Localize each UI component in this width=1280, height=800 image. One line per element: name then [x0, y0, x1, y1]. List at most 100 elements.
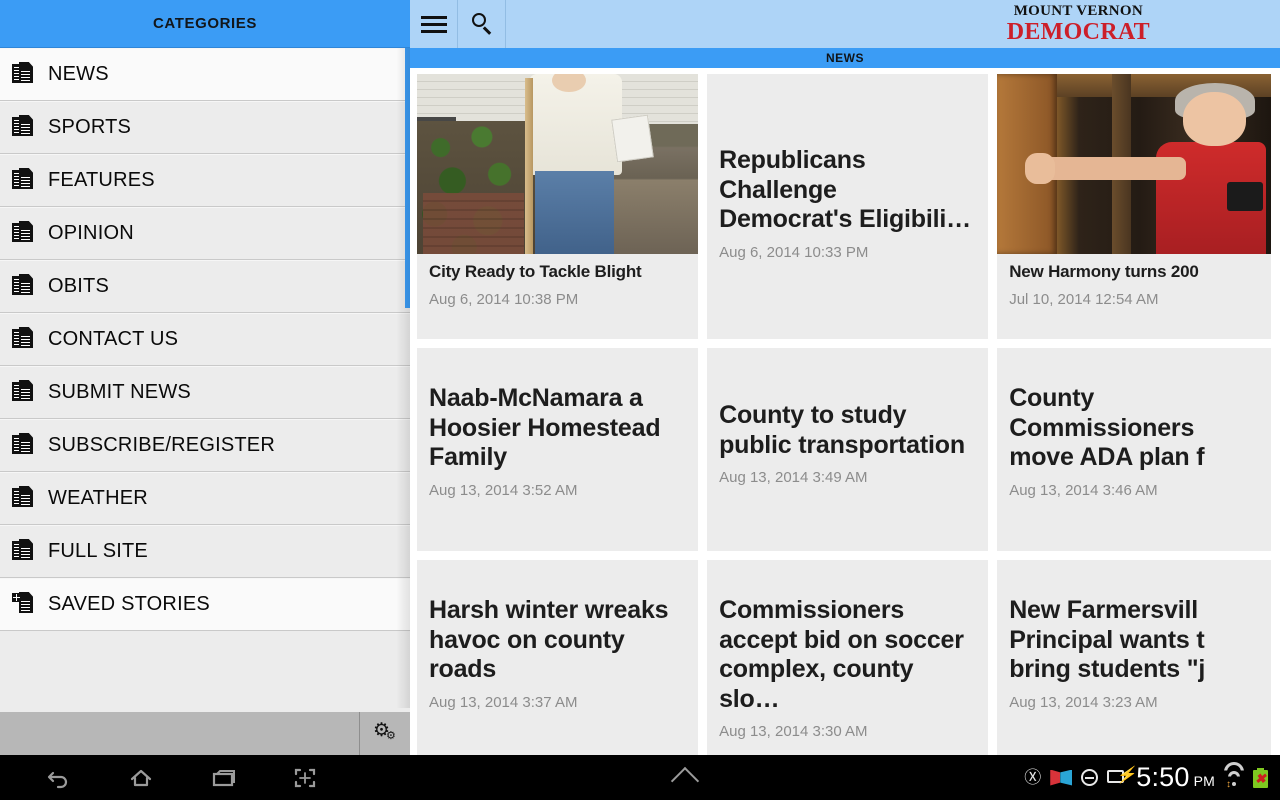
article-card[interactable]: Harsh winter wreaks havoc on county road…: [417, 560, 699, 755]
sidebar-item-sports[interactable]: SPORTS: [0, 101, 410, 154]
app-bar: MOUNT VERNON DEMOCRAT: [410, 0, 1280, 48]
sidebar-item-saved-stories[interactable]: SAVED STORIES: [0, 578, 410, 631]
documents-icon: [12, 274, 34, 298]
sidebar-item-full-site[interactable]: FULL SITE: [0, 525, 410, 578]
article-grid[interactable]: City Ready to Tackle Blight Aug 6, 2014 …: [410, 68, 1280, 755]
article-date: Aug 6, 2014 10:38 PM: [429, 291, 579, 309]
drawer-footer-spacer: [0, 712, 360, 755]
article-title: Republicans Challenge Democrat's Eligibi…: [719, 146, 971, 233]
sidebar-item-label: SPORTS: [48, 115, 132, 138]
news-app-content: MOUNT VERNON DEMOCRAT NEWS City Ready to…: [410, 0, 1280, 755]
documents-icon: [12, 433, 34, 457]
article-title: New Farmersvill Principal wants t bring …: [1009, 596, 1206, 683]
navigation-buttons: [0, 755, 346, 800]
article-title: Naab-McNamara a Hoosier Homestead Family: [429, 384, 661, 471]
article-title: County Commissioners move ADA plan f: [1009, 384, 1205, 471]
sidebar-item-label: FEATURES: [48, 168, 155, 191]
clock-ampm: PM: [1193, 773, 1215, 789]
home-button[interactable]: [100, 755, 182, 800]
categories-drawer: CATEGORIES NEWS SPORTS FEATURES OPINION: [0, 0, 410, 755]
add-document-icon: [12, 592, 34, 616]
article-card[interactable]: Republicans Challenge Democrat's Eligibi…: [707, 74, 989, 339]
search-icon: [471, 13, 493, 35]
masthead-line-2: DEMOCRAT: [1006, 19, 1150, 45]
screenshot-icon: [294, 768, 316, 787]
sidebar-item-obits[interactable]: OBITS: [0, 260, 410, 313]
recent-apps-button[interactable]: [182, 755, 264, 800]
article-date: Aug 13, 2014 3:30 AM: [719, 723, 868, 740]
expand-status-handle[interactable]: [346, 765, 1024, 795]
screenshot-button[interactable]: [264, 755, 346, 800]
article-card[interactable]: Commissioners accept bid on soccer compl…: [707, 560, 989, 755]
documents-icon: [12, 115, 34, 139]
recent-apps-icon: [212, 769, 235, 786]
article-date: Aug 13, 2014 3:49 AM: [719, 469, 868, 486]
sidebar-item-label: NEWS: [48, 62, 109, 85]
status-bar-icons[interactable]: Ⓧ ⚡ 5:50 PM ↕ ✖: [1024, 761, 1280, 791]
sidebar-item-submit-news[interactable]: SUBMIT NEWS: [0, 366, 410, 419]
sidebar-item-weather[interactable]: WEATHER: [0, 472, 410, 525]
sidebar-item-label: SUBMIT NEWS: [48, 380, 191, 403]
sidebar-item-label: WEATHER: [48, 486, 148, 509]
wifi-icon: ↕: [1224, 761, 1244, 789]
search-button[interactable]: [458, 0, 506, 48]
documents-icon: [12, 221, 34, 245]
documents-icon: [12, 486, 34, 510]
drawer-title: CATEGORIES: [152, 15, 258, 32]
article-card[interactable]: City Ready to Tackle Blight Aug 6, 2014 …: [417, 74, 699, 339]
article-card[interactable]: Naab-McNamara a Hoosier Homestead Family…: [417, 348, 699, 551]
section-title: NEWS: [826, 51, 864, 65]
back-arrow-icon: [47, 771, 68, 788]
article-body: Harsh winter wreaks havoc on county road…: [417, 560, 698, 725]
woman-in-red-shirt-photo: [997, 74, 1271, 254]
drawer-footer-bar: ⚙ ⚙: [0, 712, 410, 755]
drawer-empty-space: [0, 631, 410, 717]
drawer-header: CATEGORIES: [0, 0, 410, 48]
article-date: Aug 13, 2014 3:52 AM: [429, 481, 578, 499]
article-title: Commissioners accept bid on soccer compl…: [719, 596, 964, 713]
sidebar-item-news[interactable]: NEWS: [0, 48, 410, 101]
article-title: New Harmony turns 200: [1009, 262, 1199, 281]
article-body: City Ready to Tackle Blight Aug 6, 2014 …: [417, 254, 698, 322]
article-card[interactable]: County to study public transportation Au…: [707, 348, 989, 551]
article-body: New Harmony turns 200 Jul 10, 2014 12:54…: [997, 254, 1271, 322]
article-date: Aug 13, 2014 3:37 AM: [429, 693, 578, 711]
article-row: City Ready to Tackle Blight Aug 6, 2014 …: [417, 74, 1280, 348]
article-title: Harsh winter wreaks havoc on county road…: [429, 596, 669, 683]
article-card[interactable]: County Commissioners move ADA plan f Aug…: [997, 348, 1271, 551]
home-icon: [130, 769, 152, 786]
sidebar-item-label: CONTACT US: [48, 327, 179, 350]
article-title: County to study public transportation: [719, 401, 965, 459]
article-card[interactable]: New Harmony turns 200 Jul 10, 2014 12:54…: [997, 74, 1271, 339]
masthead-line-1: MOUNT VERNON: [1013, 3, 1143, 19]
do-not-disturb-icon: [1081, 769, 1099, 786]
sidebar-item-label: SUBSCRIBE/REGISTER: [48, 433, 275, 456]
article-body: New Farmersvill Principal wants t bring …: [997, 560, 1271, 725]
article-date: Aug 13, 2014 3:46 AM: [1009, 481, 1158, 499]
settings-button[interactable]: ⚙ ⚙: [360, 712, 410, 755]
sidebar-item-subscribe-register[interactable]: SUBSCRIBE/REGISTER: [0, 419, 410, 472]
article-card[interactable]: New Farmersvill Principal wants t bring …: [997, 560, 1271, 755]
status-clock: 5:50 PM: [1136, 764, 1215, 791]
sidebar-item-label: SAVED STORIES: [48, 592, 210, 615]
android-tablet-screen: CATEGORIES NEWS SPORTS FEATURES OPINION: [0, 0, 1280, 800]
documents-icon: [12, 168, 34, 192]
article-body: Commissioners accept bid on soccer compl…: [707, 560, 988, 754]
documents-icon: [12, 539, 34, 563]
menu-button[interactable]: [410, 0, 458, 48]
back-button[interactable]: [18, 755, 100, 800]
drawer-category-list: NEWS SPORTS FEATURES OPINION OBITS CONTA: [0, 48, 410, 717]
sidebar-item-label: OBITS: [48, 274, 110, 297]
sidebar-item-label: OPINION: [48, 221, 134, 244]
article-body: County Commissioners move ADA plan f Aug…: [997, 348, 1271, 513]
sidebar-item-opinion[interactable]: OPINION: [0, 207, 410, 260]
sidebar-item-label: FULL SITE: [48, 539, 148, 562]
woman-with-shovel-photo: [417, 74, 699, 254]
sidebar-item-features[interactable]: FEATURES: [0, 154, 410, 207]
battery-icon: ✖: [1253, 767, 1268, 788]
app-flag-icon: [1050, 769, 1073, 786]
article-date: Aug 13, 2014 3:23 AM: [1009, 693, 1158, 711]
article-date: Jul 10, 2014 12:54 AM: [1009, 291, 1159, 309]
clock-time: 5:50: [1136, 762, 1190, 792]
sidebar-item-contact-us[interactable]: CONTACT US: [0, 313, 410, 366]
